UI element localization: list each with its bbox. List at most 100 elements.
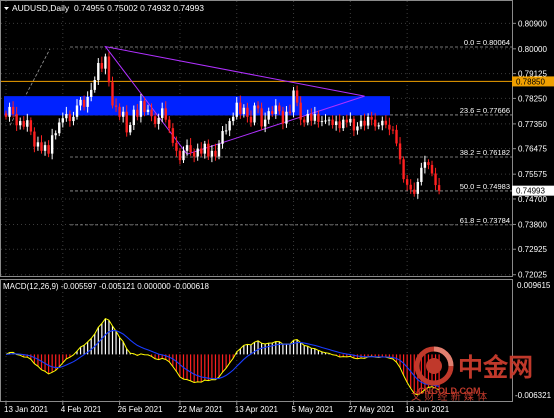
candle-body: [327, 119, 331, 121]
candle-body: [168, 119, 171, 129]
candle-body: [285, 111, 288, 124]
time-tick-label: 13 Jan 2021: [4, 405, 49, 414]
candle-body: [164, 108, 167, 120]
time-tick-label: 5 May 2021: [292, 405, 334, 414]
candle-body: [104, 56, 107, 69]
candle-body: [359, 120, 363, 127]
candle-body: [391, 129, 395, 131]
candle-body: [36, 142, 40, 147]
candle-body: [299, 102, 302, 120]
candle-body: [303, 119, 306, 123]
price-tick-label: 0.74700: [518, 195, 547, 204]
candle-body: [54, 133, 57, 136]
candle-body: [93, 79, 96, 90]
price-tick-label: 0.79125: [518, 70, 547, 79]
candle-body: [398, 143, 402, 160]
candle-body: [235, 102, 238, 117]
band-rect: [4, 96, 390, 116]
candle-body: [338, 121, 341, 129]
candle-body: [402, 159, 405, 180]
candle-body: [324, 120, 327, 122]
candle-body: [292, 90, 295, 113]
candle-body: [288, 111, 292, 113]
watermark-brand: 中金网: [458, 353, 533, 382]
macd-label: MACD(12,26,9) -0.005597 -0.005121 0.0000…: [3, 282, 209, 291]
candle-body: [430, 164, 434, 174]
candle-body: [26, 120, 29, 127]
candle-body: [228, 121, 231, 131]
candle-body: [263, 119, 267, 127]
macd-axis-top: 0.009615: [517, 281, 551, 290]
candle-body: [143, 100, 146, 113]
candle-body: [334, 121, 338, 126]
candle-body: [267, 111, 270, 120]
candle-body: [310, 113, 313, 121]
candle-body: [242, 107, 246, 114]
candle-body: [207, 143, 210, 157]
candle-body: [281, 111, 285, 124]
price-tick-label: 0.76475: [518, 145, 547, 154]
candle-body: [409, 184, 412, 190]
candle-body: [388, 124, 391, 130]
candle: [253, 102, 256, 126]
candle-body: [192, 152, 196, 157]
watermark-tagline: 中 文 财 经 新 媒 体: [410, 390, 487, 403]
price-tick-label: 0.72925: [518, 245, 547, 254]
candle-body: [423, 162, 427, 168]
candle-body: [29, 120, 33, 132]
candle-body: [395, 129, 398, 144]
price-tick-label: 0.75575: [518, 170, 547, 179]
price-tick-label: 0.73800: [518, 220, 547, 229]
candle-body: [161, 108, 164, 118]
price-tick-label: 0.80900: [518, 19, 547, 28]
fib-label: 50.0 = 0.74983: [460, 182, 510, 191]
candle-body: [43, 145, 47, 151]
candle-body: [178, 150, 182, 161]
candle-body: [278, 105, 281, 112]
candle-body: [33, 131, 36, 147]
candle-body: [377, 125, 380, 127]
candle-body: [434, 173, 437, 186]
cngold-watermark: 中金网 CNGOLD.COM 中 文 财 经 新 媒 体: [398, 344, 554, 414]
candle-body: [246, 107, 249, 117]
fib-label: 61.8 = 0.73784: [460, 216, 510, 225]
candle-body: [317, 113, 320, 122]
candle-body: [352, 118, 356, 131]
candle-body: [132, 109, 135, 126]
candle-body: [136, 109, 139, 117]
candle-body: [256, 105, 260, 109]
candle-body: [345, 119, 348, 123]
fib-label: 38.2 = 0.76182: [460, 148, 510, 157]
candle-body: [153, 116, 157, 124]
fib-label: 0.0 = 0.80064: [464, 38, 510, 47]
candle-body: [40, 142, 43, 151]
candle-body: [416, 181, 419, 194]
candle-body: [437, 185, 441, 191]
candle-body: [203, 143, 206, 154]
candle-body: [260, 108, 263, 127]
candle-body: [107, 56, 111, 83]
candle-body: [150, 109, 153, 117]
candle-body: [420, 167, 423, 182]
candle-body: [100, 63, 104, 69]
candle-body: [295, 90, 299, 103]
candle-body: [200, 148, 203, 154]
candle-body: [374, 119, 377, 127]
candle-body: [75, 105, 79, 117]
candle-body: [370, 116, 373, 120]
candle-body: [90, 89, 93, 97]
candle-body: [384, 120, 388, 125]
candle-body: [427, 162, 430, 165]
candle-body: [306, 113, 309, 123]
candle-body: [114, 105, 118, 107]
candle-body: [50, 135, 54, 154]
candle-body: [79, 99, 82, 106]
resistance-band: [4, 96, 390, 116]
chart-header: AUDUSD,Daily 0.74955 0.75002 0.74932 0.7…: [4, 3, 204, 13]
candle-body: [72, 116, 75, 122]
candle-body: [86, 96, 89, 107]
candle-body: [214, 150, 217, 157]
candle-body: [185, 145, 189, 151]
candle-body: [129, 125, 132, 133]
price-tick-label: 0.77350: [518, 120, 547, 129]
